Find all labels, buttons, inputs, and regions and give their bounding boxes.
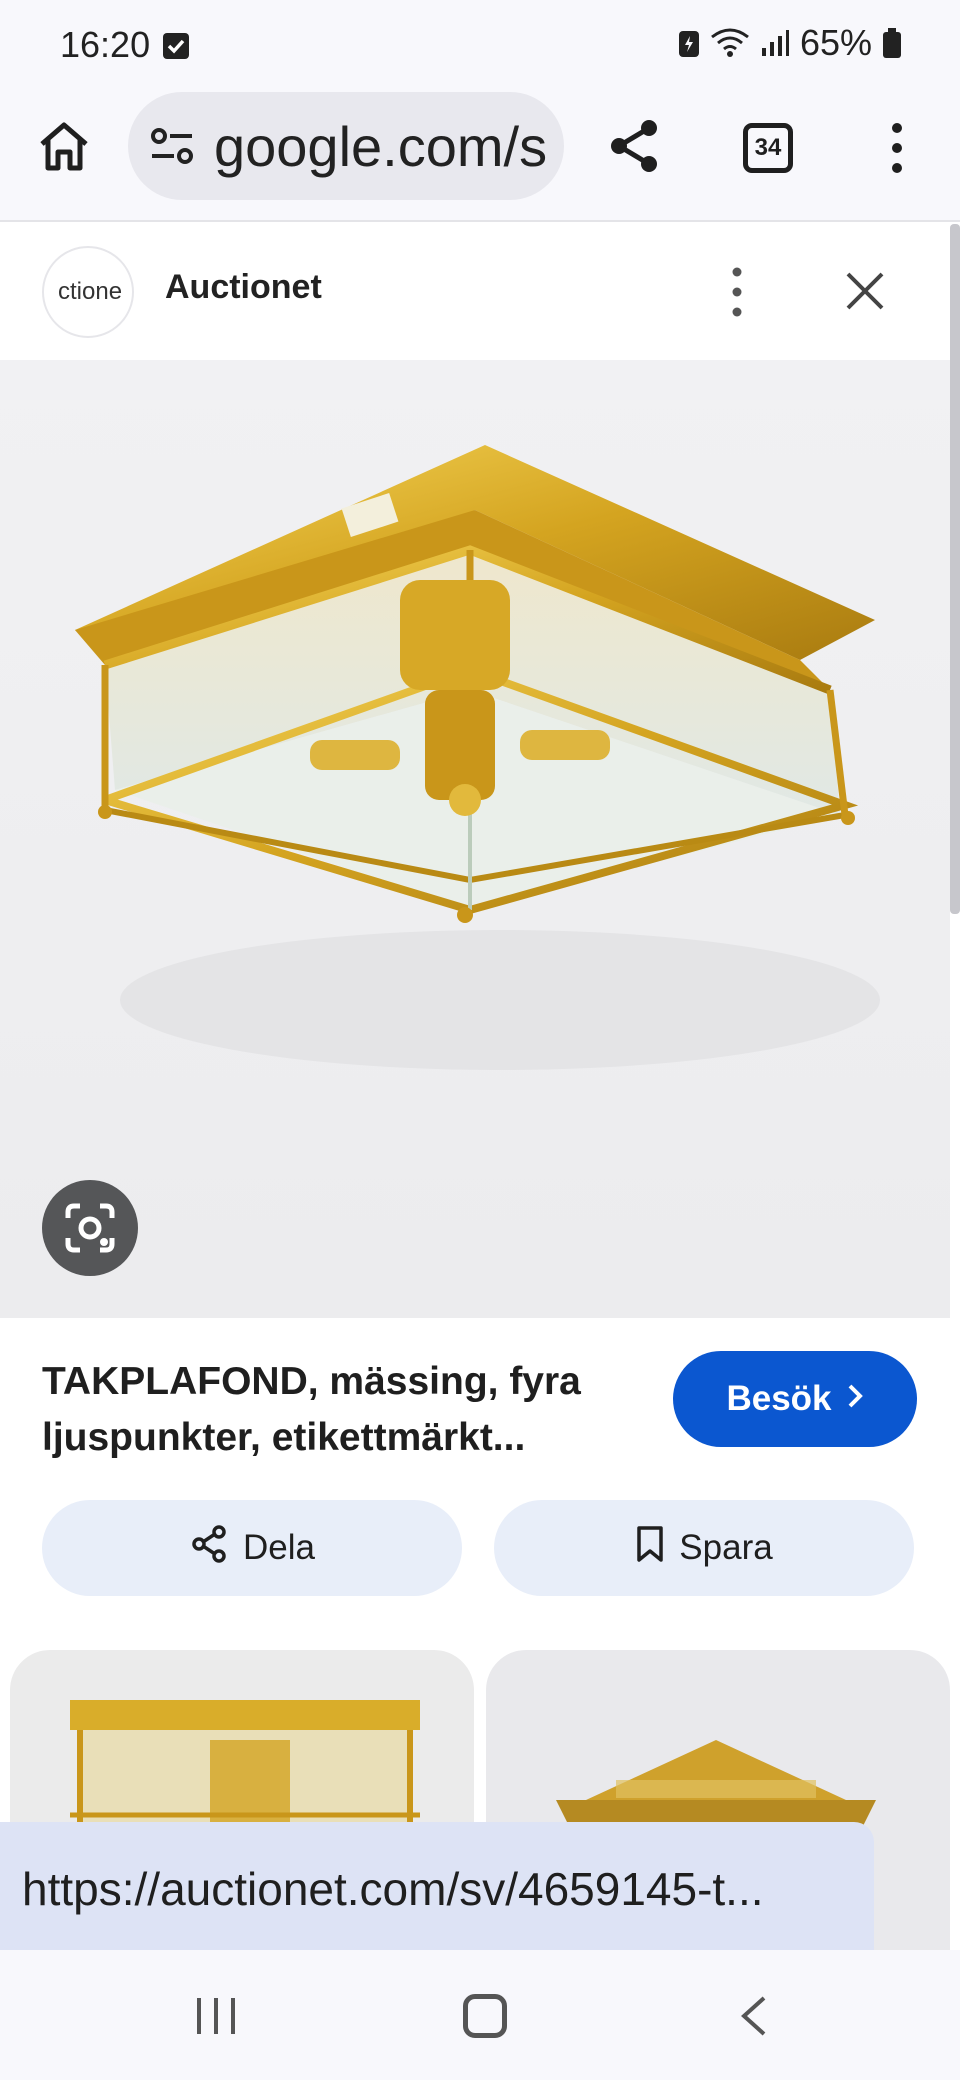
more-vert-icon[interactable]	[722, 264, 752, 320]
site-logo[interactable]: ctione	[42, 246, 134, 338]
more-vert-icon[interactable]	[882, 120, 912, 176]
system-nav-bar	[0, 1950, 960, 2080]
scrollbar[interactable]	[950, 224, 960, 914]
site-name[interactable]: Auctionet	[165, 268, 322, 307]
link-preview-bar: https://auctionet.com/sv/4659145-t...	[0, 1822, 874, 1950]
save-label: Spara	[679, 1528, 773, 1567]
home-icon[interactable]	[36, 118, 92, 174]
battery-percent: 65%	[799, 22, 872, 63]
bookmark-icon	[635, 1524, 665, 1573]
visit-button[interactable]: Besök	[673, 1351, 917, 1447]
save-button[interactable]: Spara	[494, 1500, 914, 1596]
share-button[interactable]: Dela	[42, 1500, 462, 1596]
home-nav-icon[interactable]	[463, 1994, 507, 2038]
link-preview-url: https://auctionet.com/sv/4659145-t...	[22, 1863, 764, 1915]
result-panel-header: ctione Auctionet	[0, 224, 960, 360]
close-icon[interactable]	[840, 266, 890, 316]
signal-icon	[760, 28, 790, 58]
chevron-right-icon	[846, 1379, 864, 1419]
back-icon[interactable]	[738, 1994, 768, 2038]
battery-saver-icon	[678, 27, 700, 59]
browser-toolbar: google.com/s 34	[0, 92, 960, 222]
status-indicators: 65%	[678, 22, 902, 64]
address-bar[interactable]: google.com/s	[128, 92, 564, 200]
url-text[interactable]: google.com/s	[214, 114, 547, 179]
status-time: 16:20	[60, 24, 151, 65]
lens-icon[interactable]	[42, 1180, 138, 1276]
recent-apps-icon[interactable]	[195, 1996, 237, 2036]
site-logo-text: ctione	[58, 278, 123, 305]
notification-check-icon	[163, 33, 189, 59]
share-icon	[189, 1524, 229, 1573]
share-label: Dela	[243, 1528, 315, 1567]
tabs-icon[interactable]: 34	[743, 123, 793, 173]
status-bar: 16:20 65%	[0, 0, 960, 92]
result-title[interactable]: TAKPLAFOND, mässing, fyra ljuspunkter, e…	[42, 1354, 642, 1466]
share-icon[interactable]	[605, 116, 665, 176]
battery-icon	[882, 27, 902, 59]
main-product-image[interactable]	[0, 360, 950, 1318]
wifi-icon	[710, 27, 750, 59]
ceiling-lamp-illustration	[75, 445, 880, 1070]
visit-label: Besök	[726, 1379, 832, 1418]
site-settings-icon[interactable]	[150, 126, 194, 166]
